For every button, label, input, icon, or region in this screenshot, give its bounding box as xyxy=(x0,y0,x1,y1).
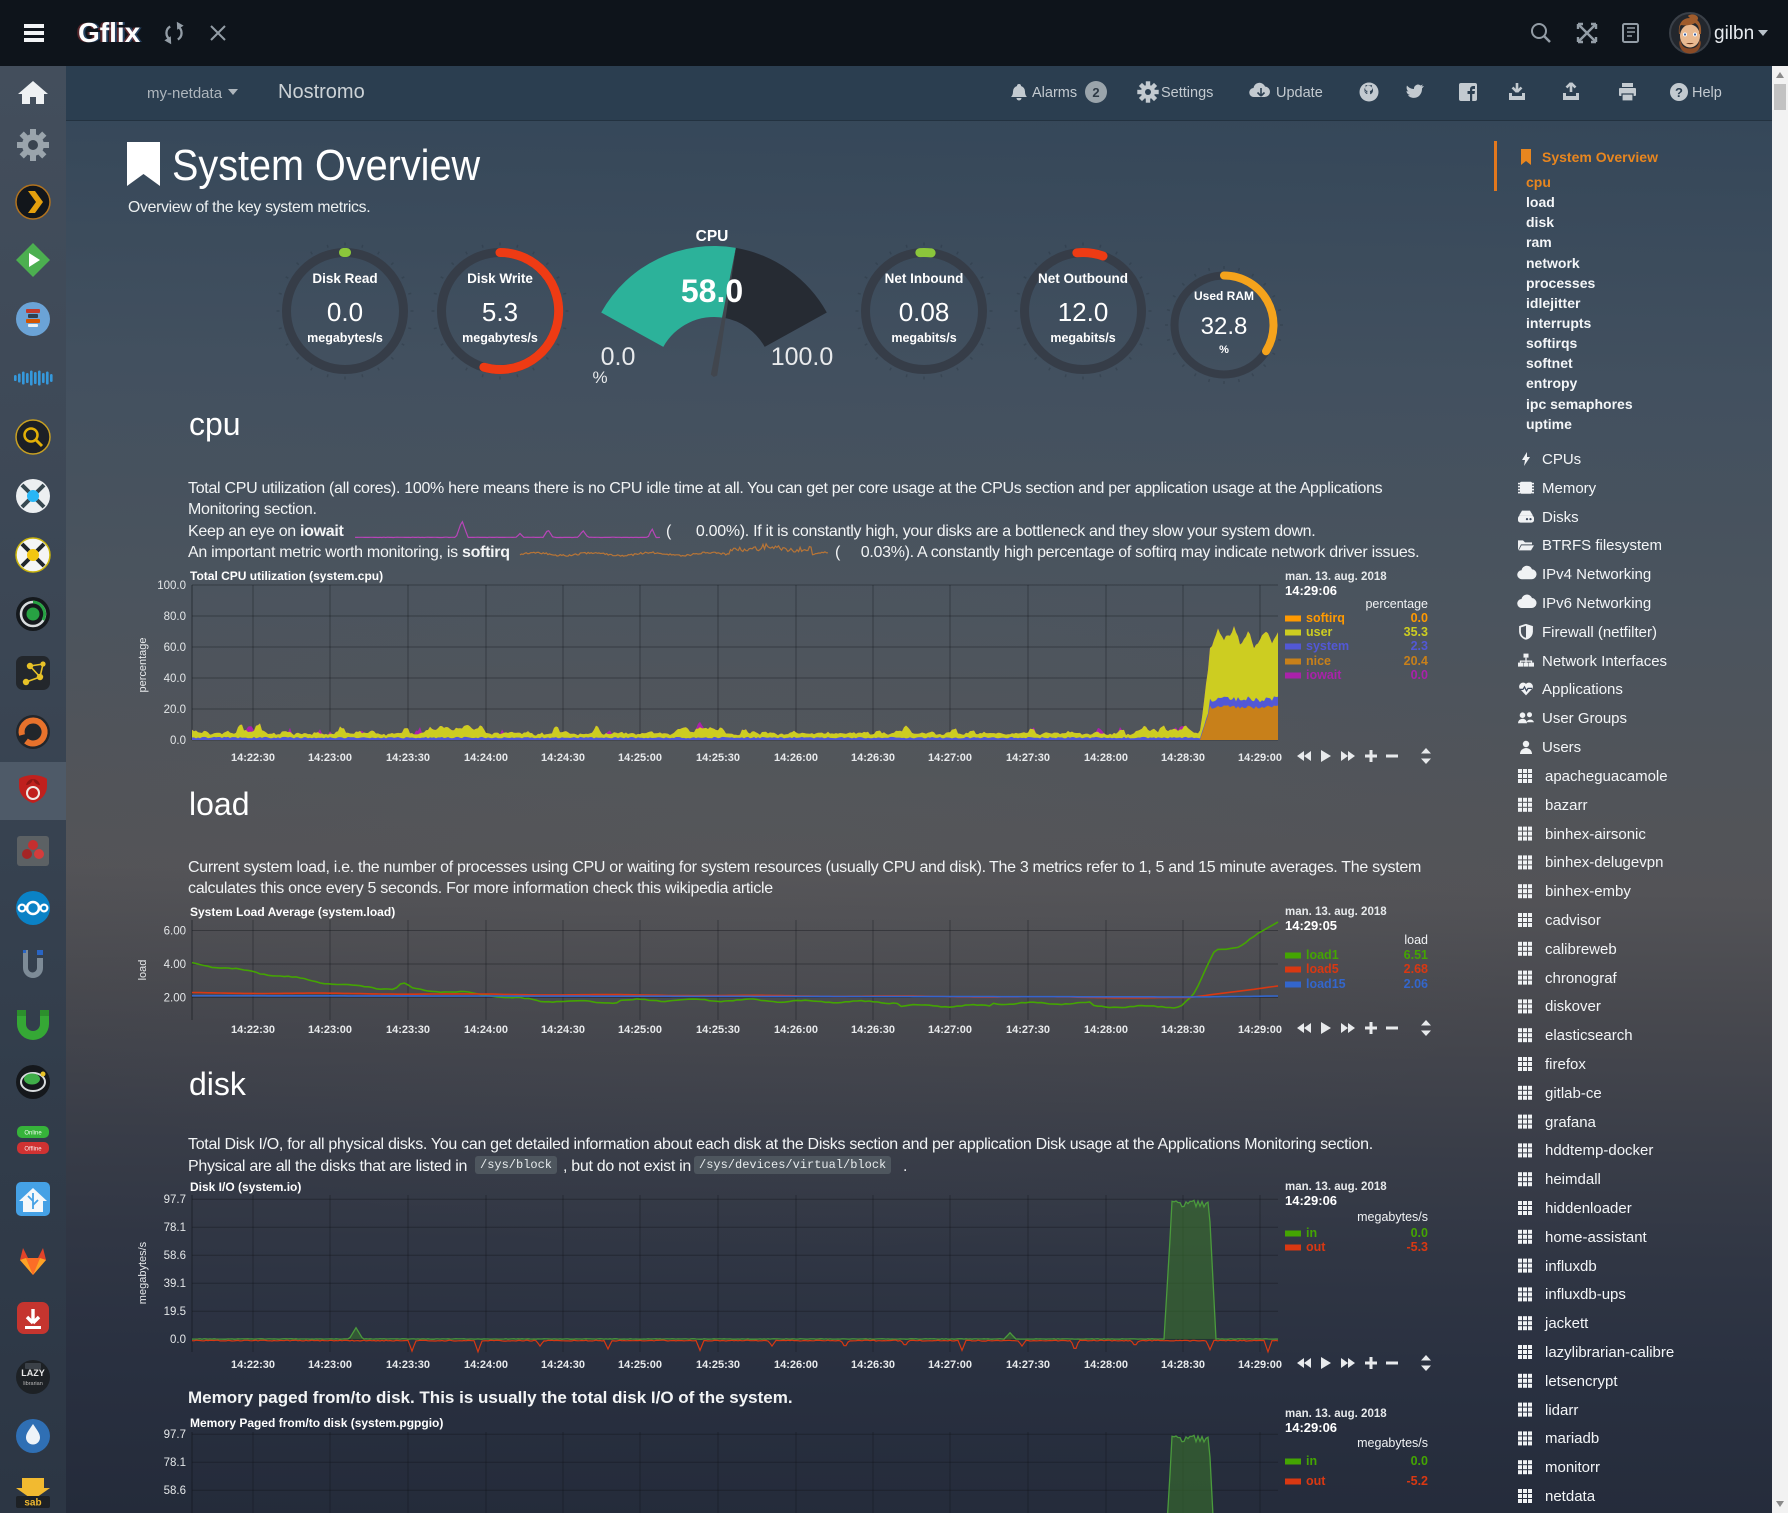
svg-text:Applications: Applications xyxy=(1542,681,1623,698)
svg-text:monitorr: monitorr xyxy=(1545,1459,1600,1476)
svg-text:bazarr: bazarr xyxy=(1545,797,1588,814)
svg-text:Memory: Memory xyxy=(1542,480,1597,497)
svg-text:cpu: cpu xyxy=(1526,174,1551,190)
svg-text:ipc semaphores: ipc semaphores xyxy=(1526,396,1633,412)
svg-text:interrupts: interrupts xyxy=(1526,315,1592,331)
svg-text:Disks: Disks xyxy=(1542,509,1579,526)
svg-text:load: load xyxy=(1526,194,1555,210)
svg-text:System Overview: System Overview xyxy=(1542,149,1658,165)
svg-text:lazylibrarian-calibre: lazylibrarian-calibre xyxy=(1545,1344,1674,1361)
svg-text:binhex-delugevpn: binhex-delugevpn xyxy=(1545,854,1663,871)
svg-text:entropy: entropy xyxy=(1526,375,1578,391)
svg-text:ram: ram xyxy=(1526,234,1552,250)
svg-text:netdata: netdata xyxy=(1545,1488,1596,1505)
svg-text:home-assistant: home-assistant xyxy=(1545,1229,1648,1246)
svg-text:User Groups: User Groups xyxy=(1542,710,1627,727)
svg-text:influxdb-ups: influxdb-ups xyxy=(1545,1286,1626,1303)
svg-text:Offline: Offline xyxy=(24,1147,42,1153)
svg-text:gitlab-ce: gitlab-ce xyxy=(1545,1085,1602,1102)
svg-text:processes: processes xyxy=(1526,275,1595,291)
svg-text:binhex-airsonic: binhex-airsonic xyxy=(1545,826,1646,843)
svg-text:LAZY: LAZY xyxy=(21,1368,45,1378)
svg-text:network: network xyxy=(1526,255,1580,271)
svg-text:IPv4 Networking: IPv4 Networking xyxy=(1542,566,1651,583)
svg-text:heimdall: heimdall xyxy=(1545,1171,1601,1188)
svg-text:2: 2 xyxy=(1092,85,1099,100)
svg-text:chronograf: chronograf xyxy=(1545,970,1618,987)
svg-text:idlejitter: idlejitter xyxy=(1526,295,1581,311)
svg-text:calibreweb: calibreweb xyxy=(1545,941,1617,958)
svg-text:disk: disk xyxy=(1526,214,1554,230)
svg-text:sab: sab xyxy=(24,1498,41,1509)
svg-text:uptime: uptime xyxy=(1526,416,1572,432)
svg-text:grafana: grafana xyxy=(1545,1114,1597,1131)
svg-text:influxdb: influxdb xyxy=(1545,1258,1597,1275)
svg-text:hiddenloader: hiddenloader xyxy=(1545,1200,1632,1217)
svg-text:diskover: diskover xyxy=(1545,998,1601,1015)
svg-text:softnet: softnet xyxy=(1526,355,1573,371)
svg-text:Online: Online xyxy=(24,1131,42,1137)
svg-text:jackett: jackett xyxy=(1544,1315,1589,1332)
svg-text:Users: Users xyxy=(1542,739,1581,756)
svg-text:Firewall (netfilter): Firewall (netfilter) xyxy=(1542,624,1657,641)
svg-text:Network Interfaces: Network Interfaces xyxy=(1542,653,1667,670)
svg-text:librarian: librarian xyxy=(23,1381,43,1387)
svg-text:softirqs: softirqs xyxy=(1526,335,1578,351)
svg-text:?: ? xyxy=(1675,85,1683,100)
svg-text:apacheguacamole: apacheguacamole xyxy=(1545,768,1668,785)
svg-text:hddtemp-docker: hddtemp-docker xyxy=(1545,1142,1653,1159)
svg-text:firefox: firefox xyxy=(1545,1056,1586,1073)
svg-text:cadvisor: cadvisor xyxy=(1545,912,1601,929)
svg-text:IPv6 Networking: IPv6 Networking xyxy=(1542,595,1651,612)
svg-text:letsencrypt: letsencrypt xyxy=(1545,1373,1618,1390)
svg-text:lidarr: lidarr xyxy=(1545,1402,1578,1419)
svg-text:mariadb: mariadb xyxy=(1545,1430,1599,1447)
svg-text:binhex-emby: binhex-emby xyxy=(1545,883,1631,900)
svg-text:BTRFS filesystem: BTRFS filesystem xyxy=(1542,537,1662,554)
svg-text:elasticsearch: elasticsearch xyxy=(1545,1027,1633,1044)
svg-text:CPUs: CPUs xyxy=(1542,451,1581,468)
